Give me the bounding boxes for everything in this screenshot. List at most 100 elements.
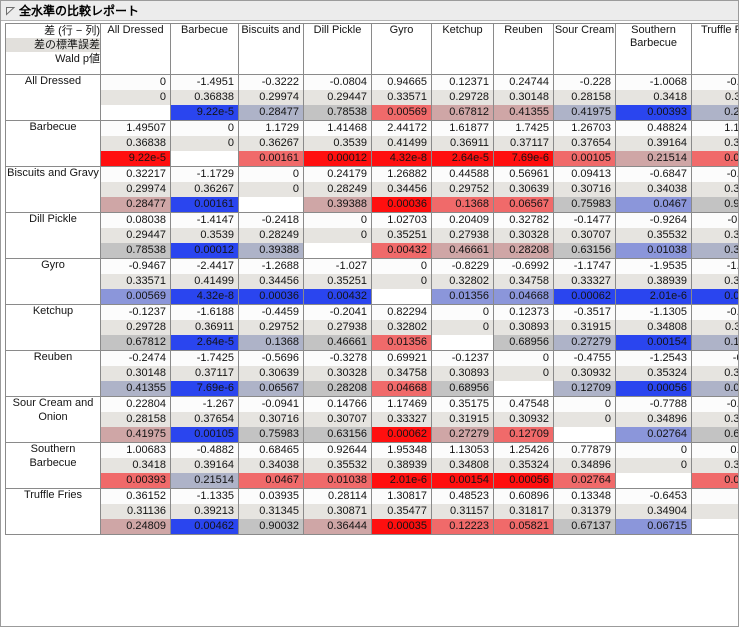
cell-wald-p-value: 0.78538 <box>101 243 170 258</box>
cell-wald-p-value: 0.00105 <box>554 151 615 166</box>
comparison-cell: 0.77879 0.34896 0.02764 <box>553 442 616 489</box>
cell-std-error: 0.39213 <box>171 504 238 519</box>
comparison-cell: -0.2041 0.27938 0.46661 <box>303 304 372 351</box>
cell-difference: -0.7788 <box>616 397 691 412</box>
column-header-southern-barbecue[interactable]: Southern Barbecue <box>615 23 692 75</box>
table-row: Biscuits and Gravy 0.32217 0.29974 0.28477-… <box>5 166 738 213</box>
cell-std-error: 0.29728 <box>432 90 493 105</box>
row-header-dill-pickle[interactable]: Dill Pickle <box>5 212 101 259</box>
cell-wald-p-value: 0.00036 <box>239 289 303 304</box>
comparison-cell: 00 <box>100 74 171 121</box>
column-header-barbecue[interactable]: Barbecue <box>170 23 239 75</box>
comparison-cell: -2.4417 0.41499 4.32e-8 <box>170 258 239 305</box>
cell-std-error: 0.34904 <box>692 458 738 473</box>
cell-std-error: 0.30893 <box>432 366 493 381</box>
cell-std-error: 0.37654 <box>171 412 238 427</box>
cell-wald-p-value <box>372 289 431 304</box>
cell-wald-p-value: 0.01038 <box>304 473 371 488</box>
column-header-all-dressed[interactable]: All Dressed <box>100 23 171 75</box>
comparison-cell: 0.60896 0.31817 0.05821 <box>493 488 554 535</box>
cell-std-error: 0.30932 <box>494 412 553 427</box>
cell-difference: 0 <box>304 213 371 228</box>
column-header-gyro[interactable]: Gyro <box>371 23 432 75</box>
row-header-sour-cream-and-onion[interactable]: Sour Cream and Onion <box>5 396 101 443</box>
comparison-cell: -0.4459 0.29752 0.1368 <box>238 304 304 351</box>
comparison-cell: -1.1729 0.36267 0.00161 <box>170 166 239 213</box>
row-header-southern-barbecue[interactable]: Southern Barbecue <box>5 442 101 489</box>
cell-std-error: 0.30639 <box>494 182 553 197</box>
comparison-cell: 0.32217 0.29974 0.28477 <box>100 166 171 213</box>
cell-wald-p-value: 0.1368 <box>239 335 303 350</box>
cell-std-error: 0.36267 <box>171 182 238 197</box>
cell-std-error: 0.32802 <box>372 320 431 335</box>
cell-difference: -0.1237 <box>101 305 170 320</box>
comparison-cell: -0.36150.311360.24809 <box>691 74 738 121</box>
cell-difference: -1.1335 <box>171 489 238 504</box>
cell-std-error: 0.30932 <box>554 366 615 381</box>
column-header-sour-cream[interactable]: Sour Cream <box>553 23 616 75</box>
cell-difference: 0.12373 <box>494 305 553 320</box>
comparison-cell: 00 <box>303 212 372 259</box>
cell-std-error: 0.29447 <box>304 90 371 105</box>
cell-difference: 0.03935 <box>239 489 303 504</box>
cell-std-error: 0.35251 <box>304 274 371 289</box>
comparison-cell: 1.133550.392130.00462 <box>691 120 738 167</box>
cell-wald-p-value: 0.06715 <box>692 473 738 488</box>
cell-wald-p-value: 0.0467 <box>239 473 303 488</box>
comparison-cell: -0.7788 0.34896 0.02764 <box>615 396 692 443</box>
row-header-barbecue[interactable]: Barbecue <box>5 120 101 167</box>
cell-difference: 0 <box>494 351 553 366</box>
row-header-reuben[interactable]: Reuben <box>5 350 101 397</box>
cell-wald-p-value: 0.00161 <box>239 151 303 166</box>
column-header-ketchup[interactable]: Ketchup <box>431 23 494 75</box>
comparison-cell: 1.17469 0.33327 0.00062 <box>371 396 432 443</box>
row-header-biscuits-and-gravy[interactable]: Biscuits and Gravy <box>5 166 101 213</box>
cell-difference: -1.7425 <box>171 351 238 366</box>
cell-wald-p-value: 0.36444 <box>304 519 371 534</box>
cell-difference: 1.17469 <box>372 397 431 412</box>
cell-std-error: 0 <box>372 274 431 289</box>
cell-wald-p-value: 0.01356 <box>432 289 493 304</box>
column-header-biscuits-and[interactable]: Biscuits and <box>238 23 304 75</box>
comparison-cell: -0.9467 0.33571 0.00569 <box>100 258 171 305</box>
cell-wald-p-value: 0.00062 <box>372 427 431 442</box>
cell-std-error: 0.41499 <box>171 274 238 289</box>
row-header-truffle-fries[interactable]: Truffle Fries <box>5 488 101 535</box>
cell-std-error: 0.34808 <box>432 458 493 473</box>
comparison-cell: 1.30817 0.35477 0.00035 <box>371 488 432 535</box>
comparison-cell: 1.25426 0.35324 0.00056 <box>493 442 554 489</box>
comparison-cell: 00 <box>238 166 304 213</box>
comparison-cell: 0.68465 0.34038 0.0467 <box>238 442 304 489</box>
comparison-cell: -1.7425 0.37117 7.69e-6 <box>170 350 239 397</box>
cell-wald-p-value: 0.00161 <box>171 197 238 212</box>
cell-difference: 1.26882 <box>372 167 431 182</box>
column-header-dill-pickle[interactable]: Dill Pickle <box>303 23 372 75</box>
cell-std-error: 0.37654 <box>554 136 615 151</box>
table-row: Dill Pickle 0.08038 0.29447 0.78538 -1.4147 0… <box>5 212 738 259</box>
column-header-reuben[interactable]: Reuben <box>493 23 554 75</box>
row-header-all-dressed[interactable]: All Dressed <box>5 74 101 121</box>
column-header-truffle-fries[interactable]: Truffle Fries <box>691 23 738 75</box>
cell-wald-p-value: 0.00036 <box>372 197 431 212</box>
cell-difference: 1.30817 <box>372 489 431 504</box>
row-header-ketchup[interactable]: Ketchup <box>5 304 101 351</box>
row-header-gyro[interactable]: Gyro <box>5 258 101 305</box>
cell-std-error: 0.36838 <box>101 136 170 151</box>
cell-wald-p-value: 0.05821 <box>692 381 738 396</box>
cell-std-error: 0.34896 <box>554 458 615 473</box>
cell-difference: 1.13355 <box>692 121 738 136</box>
cell-wald-p-value: 0.21514 <box>616 151 691 166</box>
table-body: All Dressed 0 0 -1.4951 0.36838 9.22e-5 -0.322… <box>5 74 738 535</box>
cell-difference: -2.4417 <box>171 259 238 274</box>
cell-difference: -0.2418 <box>239 213 303 228</box>
cell-wald-p-value: 0.00035 <box>692 289 738 304</box>
triangle-collapse-icon[interactable] <box>5 5 16 16</box>
comparison-cell: 0.94665 0.33571 0.00569 <box>371 74 432 121</box>
cell-std-error: 0.35324 <box>494 458 553 473</box>
comparison-cell: -0.13350.313790.67137 <box>691 396 738 443</box>
comparison-cell: 00 <box>431 304 494 351</box>
cell-difference: -1.267 <box>171 397 238 412</box>
cell-std-error: 0.34896 <box>616 412 691 427</box>
cell-wald-p-value <box>171 151 238 166</box>
cell-difference: 1.25426 <box>494 443 553 458</box>
